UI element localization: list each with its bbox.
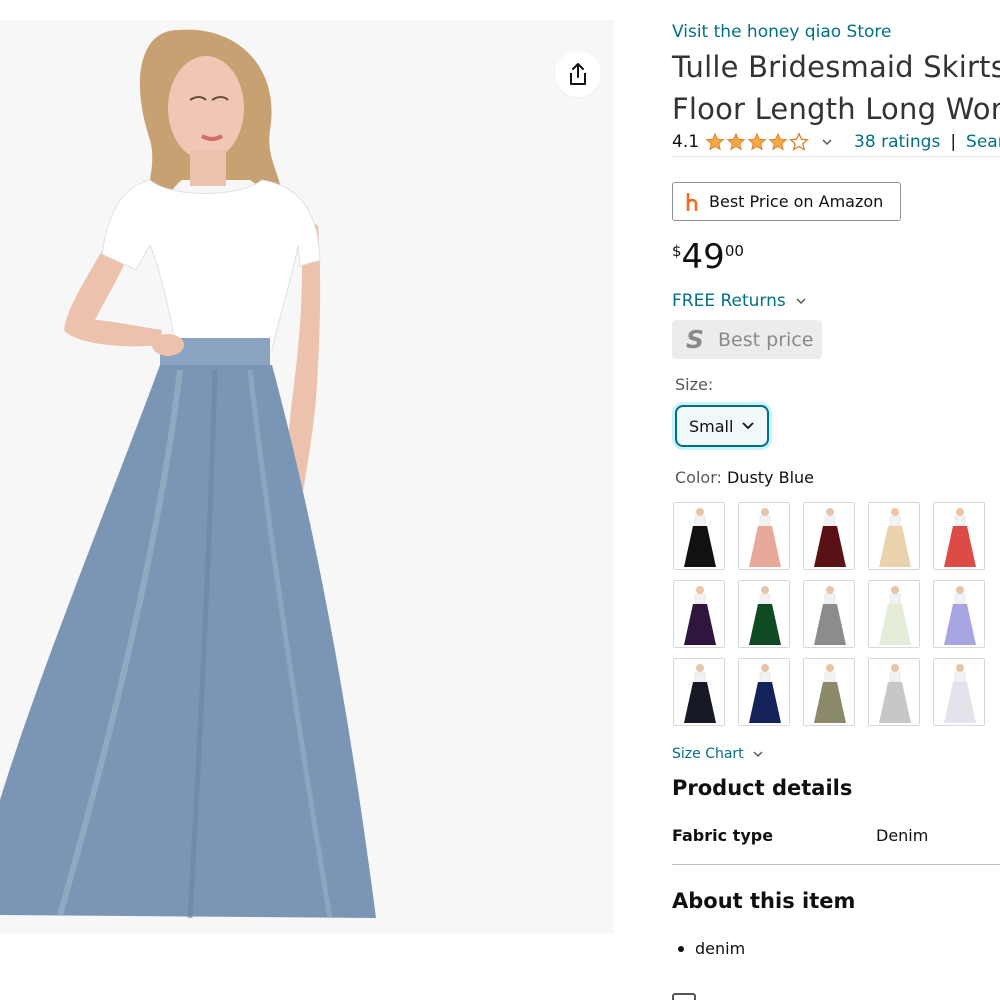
about-list-item: denim bbox=[678, 939, 745, 958]
chevron-down-icon bbox=[742, 422, 755, 430]
swatch-thumbnail bbox=[739, 581, 789, 647]
size-label: Size: bbox=[675, 375, 714, 394]
star-rating[interactable] bbox=[705, 132, 810, 152]
color-swatch[interactable] bbox=[738, 658, 790, 726]
best-price-logo: S bbox=[686, 325, 705, 354]
color-value: Dusty Blue bbox=[726, 468, 815, 487]
divider bbox=[672, 864, 1000, 865]
about-item-text: denim bbox=[695, 939, 746, 958]
color-swatch[interactable] bbox=[738, 502, 790, 570]
honey-label: Best Price on Amazon bbox=[709, 192, 884, 211]
best-price-badge[interactable]: S Best price bbox=[672, 320, 822, 359]
star-icon bbox=[768, 132, 788, 151]
color-swatch[interactable] bbox=[868, 502, 920, 570]
star-icon bbox=[747, 132, 767, 151]
color-swatch[interactable] bbox=[868, 580, 920, 648]
swatch-thumbnail bbox=[804, 503, 854, 569]
color-swatch[interactable] bbox=[933, 658, 985, 726]
product-image[interactable] bbox=[0, 20, 614, 934]
size-dropdown[interactable]: Small bbox=[675, 405, 769, 447]
product-page: Visit the honey qiao Store Tulle Bridesm… bbox=[0, 0, 1000, 1000]
swatch-thumbnail bbox=[869, 581, 919, 647]
color-swatch[interactable] bbox=[933, 502, 985, 570]
swatch-thumbnail bbox=[869, 503, 919, 569]
product-title-line-2: Floor Length Long Won bbox=[672, 92, 1000, 126]
star-empty-icon bbox=[789, 132, 809, 151]
product-image-panel[interactable] bbox=[0, 20, 614, 934]
best-price-label: Best price bbox=[718, 328, 814, 351]
divider bbox=[672, 156, 1000, 157]
checkbox[interactable] bbox=[672, 993, 696, 1000]
share-button[interactable] bbox=[555, 51, 601, 97]
color-swatch[interactable] bbox=[738, 580, 790, 648]
free-returns-label: FREE Returns bbox=[672, 291, 786, 311]
star-icon bbox=[705, 132, 725, 151]
fabric-type-value: Denim bbox=[876, 826, 929, 845]
product-info: Visit the honey qiao Store Tulle Bridesm… bbox=[672, 0, 1000, 1000]
share-icon bbox=[570, 63, 586, 85]
size-chart-link[interactable]: Size Chart bbox=[672, 746, 763, 762]
separator: | bbox=[950, 132, 957, 152]
price-whole: 49 bbox=[681, 237, 725, 277]
bullet bbox=[678, 945, 684, 952]
price: $ 49 00 bbox=[672, 238, 744, 276]
about-heading: About this item bbox=[672, 889, 856, 913]
size-chart-label: Size Chart bbox=[672, 746, 744, 762]
swatch-thumbnail bbox=[804, 659, 854, 725]
swatch-thumbnail bbox=[674, 503, 724, 569]
swatch-thumbnail bbox=[739, 503, 789, 569]
price-symbol: $ bbox=[672, 242, 682, 260]
color-swatch[interactable] bbox=[673, 580, 725, 648]
color-swatch[interactable] bbox=[673, 658, 725, 726]
swatch-thumbnail bbox=[869, 659, 919, 725]
product-title-line-1: Tulle Bridesmaid Skirts bbox=[672, 50, 1000, 84]
honey-logo-icon bbox=[686, 192, 698, 211]
swatch-thumbnail bbox=[674, 659, 724, 725]
swatch-thumbnail bbox=[739, 659, 789, 725]
rating-value: 4.1 bbox=[672, 132, 700, 152]
color-swatch[interactable] bbox=[933, 580, 985, 648]
swatch-thumbnail bbox=[804, 581, 854, 647]
size-selected-value: Small bbox=[689, 416, 734, 436]
ratings-count-link[interactable]: 38 ratings bbox=[854, 132, 940, 152]
rating-row: 4.1 38 ratings | Sear bbox=[672, 130, 1000, 154]
color-swatch[interactable] bbox=[803, 502, 855, 570]
product-details-heading: Product details bbox=[672, 776, 853, 800]
color-swatch[interactable] bbox=[803, 580, 855, 648]
price-fraction: 00 bbox=[724, 242, 744, 260]
chevron-down-icon[interactable] bbox=[822, 138, 832, 146]
search-link[interactable]: Sear bbox=[966, 132, 1000, 152]
color-swatch[interactable] bbox=[803, 658, 855, 726]
star-icon bbox=[726, 132, 746, 151]
chevron-down-icon bbox=[753, 750, 763, 757]
fabric-type-label: Fabric type bbox=[672, 826, 774, 845]
swatch-thumbnail bbox=[674, 581, 724, 647]
swatch-thumbnail bbox=[934, 659, 984, 725]
store-link[interactable]: Visit the honey qiao Store bbox=[672, 22, 891, 42]
color-swatch[interactable] bbox=[673, 502, 725, 570]
color-row: Color: Dusty Blue bbox=[675, 468, 814, 487]
free-returns-link[interactable]: FREE Returns bbox=[672, 291, 806, 311]
swatch-thumbnail bbox=[934, 503, 984, 569]
color-label: Color: bbox=[675, 468, 722, 487]
swatch-thumbnail bbox=[934, 581, 984, 647]
honey-best-price-button[interactable]: Best Price on Amazon bbox=[672, 182, 901, 221]
color-swatch[interactable] bbox=[868, 658, 920, 726]
chevron-down-icon bbox=[796, 297, 806, 304]
